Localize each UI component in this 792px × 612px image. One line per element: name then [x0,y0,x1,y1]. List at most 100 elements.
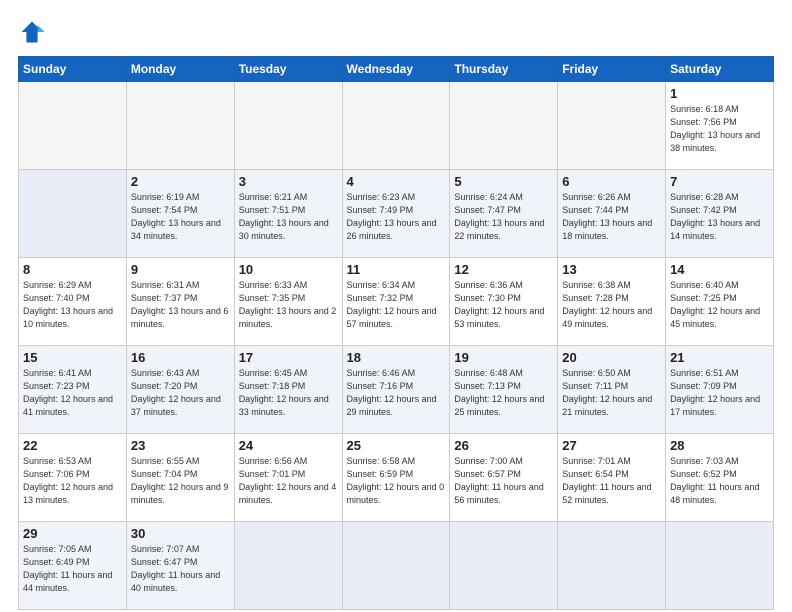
day-info: Sunrise: 6:31 AMSunset: 7:37 PMDaylight:… [131,279,230,331]
day-number: 6 [562,174,661,189]
calendar-cell: 3Sunrise: 6:21 AMSunset: 7:51 PMDaylight… [234,170,342,258]
day-info: Sunrise: 6:41 AMSunset: 7:23 PMDaylight:… [23,367,122,419]
day-info: Sunrise: 6:56 AMSunset: 7:01 PMDaylight:… [239,455,338,507]
day-number: 10 [239,262,338,277]
calendar-cell [234,522,342,610]
calendar-week-5: 22 Sunrise: 6:53 AMSunset: 7:06 PMDayligh… [19,434,774,522]
day-info: Sunrise: 6:29 AMSunset: 7:40 PMDaylight:… [23,279,122,331]
day-number: 2 [131,174,230,189]
day-number: 15 [23,350,122,365]
calendar-cell: 23 Sunrise: 6:55 AMSunset: 7:04 PMDayligh… [126,434,234,522]
day-number: 29 [23,526,122,541]
day-info: Sunrise: 6:55 AMSunset: 7:04 PMDaylight:… [131,455,230,507]
day-number: 4 [347,174,446,189]
calendar-cell: 17 Sunrise: 6:45 AMSunset: 7:18 PMDayligh… [234,346,342,434]
day-info: Sunrise: 6:53 AMSunset: 7:06 PMDaylight:… [23,455,122,507]
calendar-cell: 15 Sunrise: 6:41 AMSunset: 7:23 PMDayligh… [19,346,127,434]
day-info: Sunrise: 6:36 AMSunset: 7:30 PMDaylight:… [454,279,553,331]
day-info: Sunrise: 6:33 AMSunset: 7:35 PMDaylight:… [239,279,338,331]
day-info: Sunrise: 7:03 AMSunset: 6:52 PMDaylight:… [670,455,769,507]
calendar-cell [126,82,234,170]
calendar-cell: 24 Sunrise: 6:56 AMSunset: 7:01 PMDayligh… [234,434,342,522]
calendar-week-6: 29 Sunrise: 7:05 AMSunset: 6:49 PMDayligh… [19,522,774,610]
day-info: Sunrise: 6:24 AMSunset: 7:47 PMDaylight:… [454,191,553,243]
day-number: 8 [23,262,122,277]
calendar-header-row: Sunday Monday Tuesday Wednesday Thursday… [19,57,774,82]
calendar-cell: 19 Sunrise: 6:48 AMSunset: 7:13 PMDayligh… [450,346,558,434]
calendar-cell: 16 Sunrise: 6:43 AMSunset: 7:20 PMDayligh… [126,346,234,434]
day-info: Sunrise: 6:43 AMSunset: 7:20 PMDaylight:… [131,367,230,419]
col-saturday: Saturday [666,57,774,82]
day-number: 23 [131,438,230,453]
day-number: 17 [239,350,338,365]
calendar-week-3: 8 Sunrise: 6:29 AMSunset: 7:40 PMDaylight… [19,258,774,346]
calendar-week-2: 2Sunrise: 6:19 AMSunset: 7:54 PMDaylight… [19,170,774,258]
day-number: 28 [670,438,769,453]
calendar-cell: 29 Sunrise: 7:05 AMSunset: 6:49 PMDayligh… [19,522,127,610]
day-number: 27 [562,438,661,453]
day-info: Sunrise: 6:23 AMSunset: 7:49 PMDaylight:… [347,191,446,243]
calendar-cell: 12 Sunrise: 6:36 AMSunset: 7:30 PMDayligh… [450,258,558,346]
calendar-cell: 1Sunrise: 6:18 AMSunset: 7:56 PMDaylight… [666,82,774,170]
day-number: 19 [454,350,553,365]
day-number: 16 [131,350,230,365]
logo [18,18,50,46]
calendar-cell: 10 Sunrise: 6:33 AMSunset: 7:35 PMDayligh… [234,258,342,346]
col-friday: Friday [558,57,666,82]
day-number: 30 [131,526,230,541]
day-number: 20 [562,350,661,365]
day-number: 18 [347,350,446,365]
calendar-cell: 26Sunrise: 7:00 AMSunset: 6:57 PMDayligh… [450,434,558,522]
day-info: Sunrise: 6:34 AMSunset: 7:32 PMDaylight:… [347,279,446,331]
calendar-cell [342,522,450,610]
calendar-cell: 9 Sunrise: 6:31 AMSunset: 7:37 PMDaylight… [126,258,234,346]
calendar-cell: 11 Sunrise: 6:34 AMSunset: 7:32 PMDayligh… [342,258,450,346]
calendar-cell [342,82,450,170]
day-number: 14 [670,262,769,277]
day-info: Sunrise: 6:45 AMSunset: 7:18 PMDaylight:… [239,367,338,419]
calendar-cell [234,82,342,170]
day-number: 24 [239,438,338,453]
calendar-cell: 7Sunrise: 6:28 AMSunset: 7:42 PMDaylight… [666,170,774,258]
col-sunday: Sunday [19,57,127,82]
day-info: Sunrise: 6:48 AMSunset: 7:13 PMDaylight:… [454,367,553,419]
day-number: 12 [454,262,553,277]
day-number: 25 [347,438,446,453]
calendar-cell: 30 Sunrise: 7:07 AMSunset: 6:47 PMDayligh… [126,522,234,610]
calendar-cell [666,522,774,610]
calendar-cell: 4 Sunrise: 6:23 AMSunset: 7:49 PMDaylight… [342,170,450,258]
calendar-cell: 18 Sunrise: 6:46 AMSunset: 7:16 PMDayligh… [342,346,450,434]
calendar-week-1: 1Sunrise: 6:18 AMSunset: 7:56 PMDaylight… [19,82,774,170]
day-number: 22 [23,438,122,453]
col-wednesday: Wednesday [342,57,450,82]
col-thursday: Thursday [450,57,558,82]
col-tuesday: Tuesday [234,57,342,82]
calendar-cell [450,522,558,610]
calendar-table: Sunday Monday Tuesday Wednesday Thursday… [18,56,774,610]
day-info: Sunrise: 7:00 AMSunset: 6:57 PMDaylight:… [454,455,553,507]
day-info: Sunrise: 6:51 AMSunset: 7:09 PMDaylight:… [670,367,769,419]
day-info: Sunrise: 7:07 AMSunset: 6:47 PMDaylight:… [131,543,230,595]
day-info: Sunrise: 6:21 AMSunset: 7:51 PMDaylight:… [239,191,338,243]
page: Sunday Monday Tuesday Wednesday Thursday… [0,0,792,612]
calendar-cell [558,82,666,170]
calendar-cell: 27 Sunrise: 7:01 AMSunset: 6:54 PMDayligh… [558,434,666,522]
calendar-cell [19,82,127,170]
calendar-cell [450,82,558,170]
day-info: Sunrise: 6:50 AMSunset: 7:11 PMDaylight:… [562,367,661,419]
day-info: Sunrise: 7:01 AMSunset: 6:54 PMDaylight:… [562,455,661,507]
day-number: 9 [131,262,230,277]
calendar-cell: 6Sunrise: 6:26 AMSunset: 7:44 PMDaylight… [558,170,666,258]
calendar-week-4: 15 Sunrise: 6:41 AMSunset: 7:23 PMDayligh… [19,346,774,434]
day-info: Sunrise: 6:38 AMSunset: 7:28 PMDaylight:… [562,279,661,331]
day-number: 13 [562,262,661,277]
day-info: Sunrise: 6:46 AMSunset: 7:16 PMDaylight:… [347,367,446,419]
day-number: 11 [347,262,446,277]
calendar-cell: 20 Sunrise: 6:50 AMSunset: 7:11 PMDayligh… [558,346,666,434]
calendar-cell [19,170,127,258]
day-info: Sunrise: 7:05 AMSunset: 6:49 PMDaylight:… [23,543,122,595]
header [18,18,774,46]
day-number: 21 [670,350,769,365]
day-number: 7 [670,174,769,189]
calendar-cell [558,522,666,610]
